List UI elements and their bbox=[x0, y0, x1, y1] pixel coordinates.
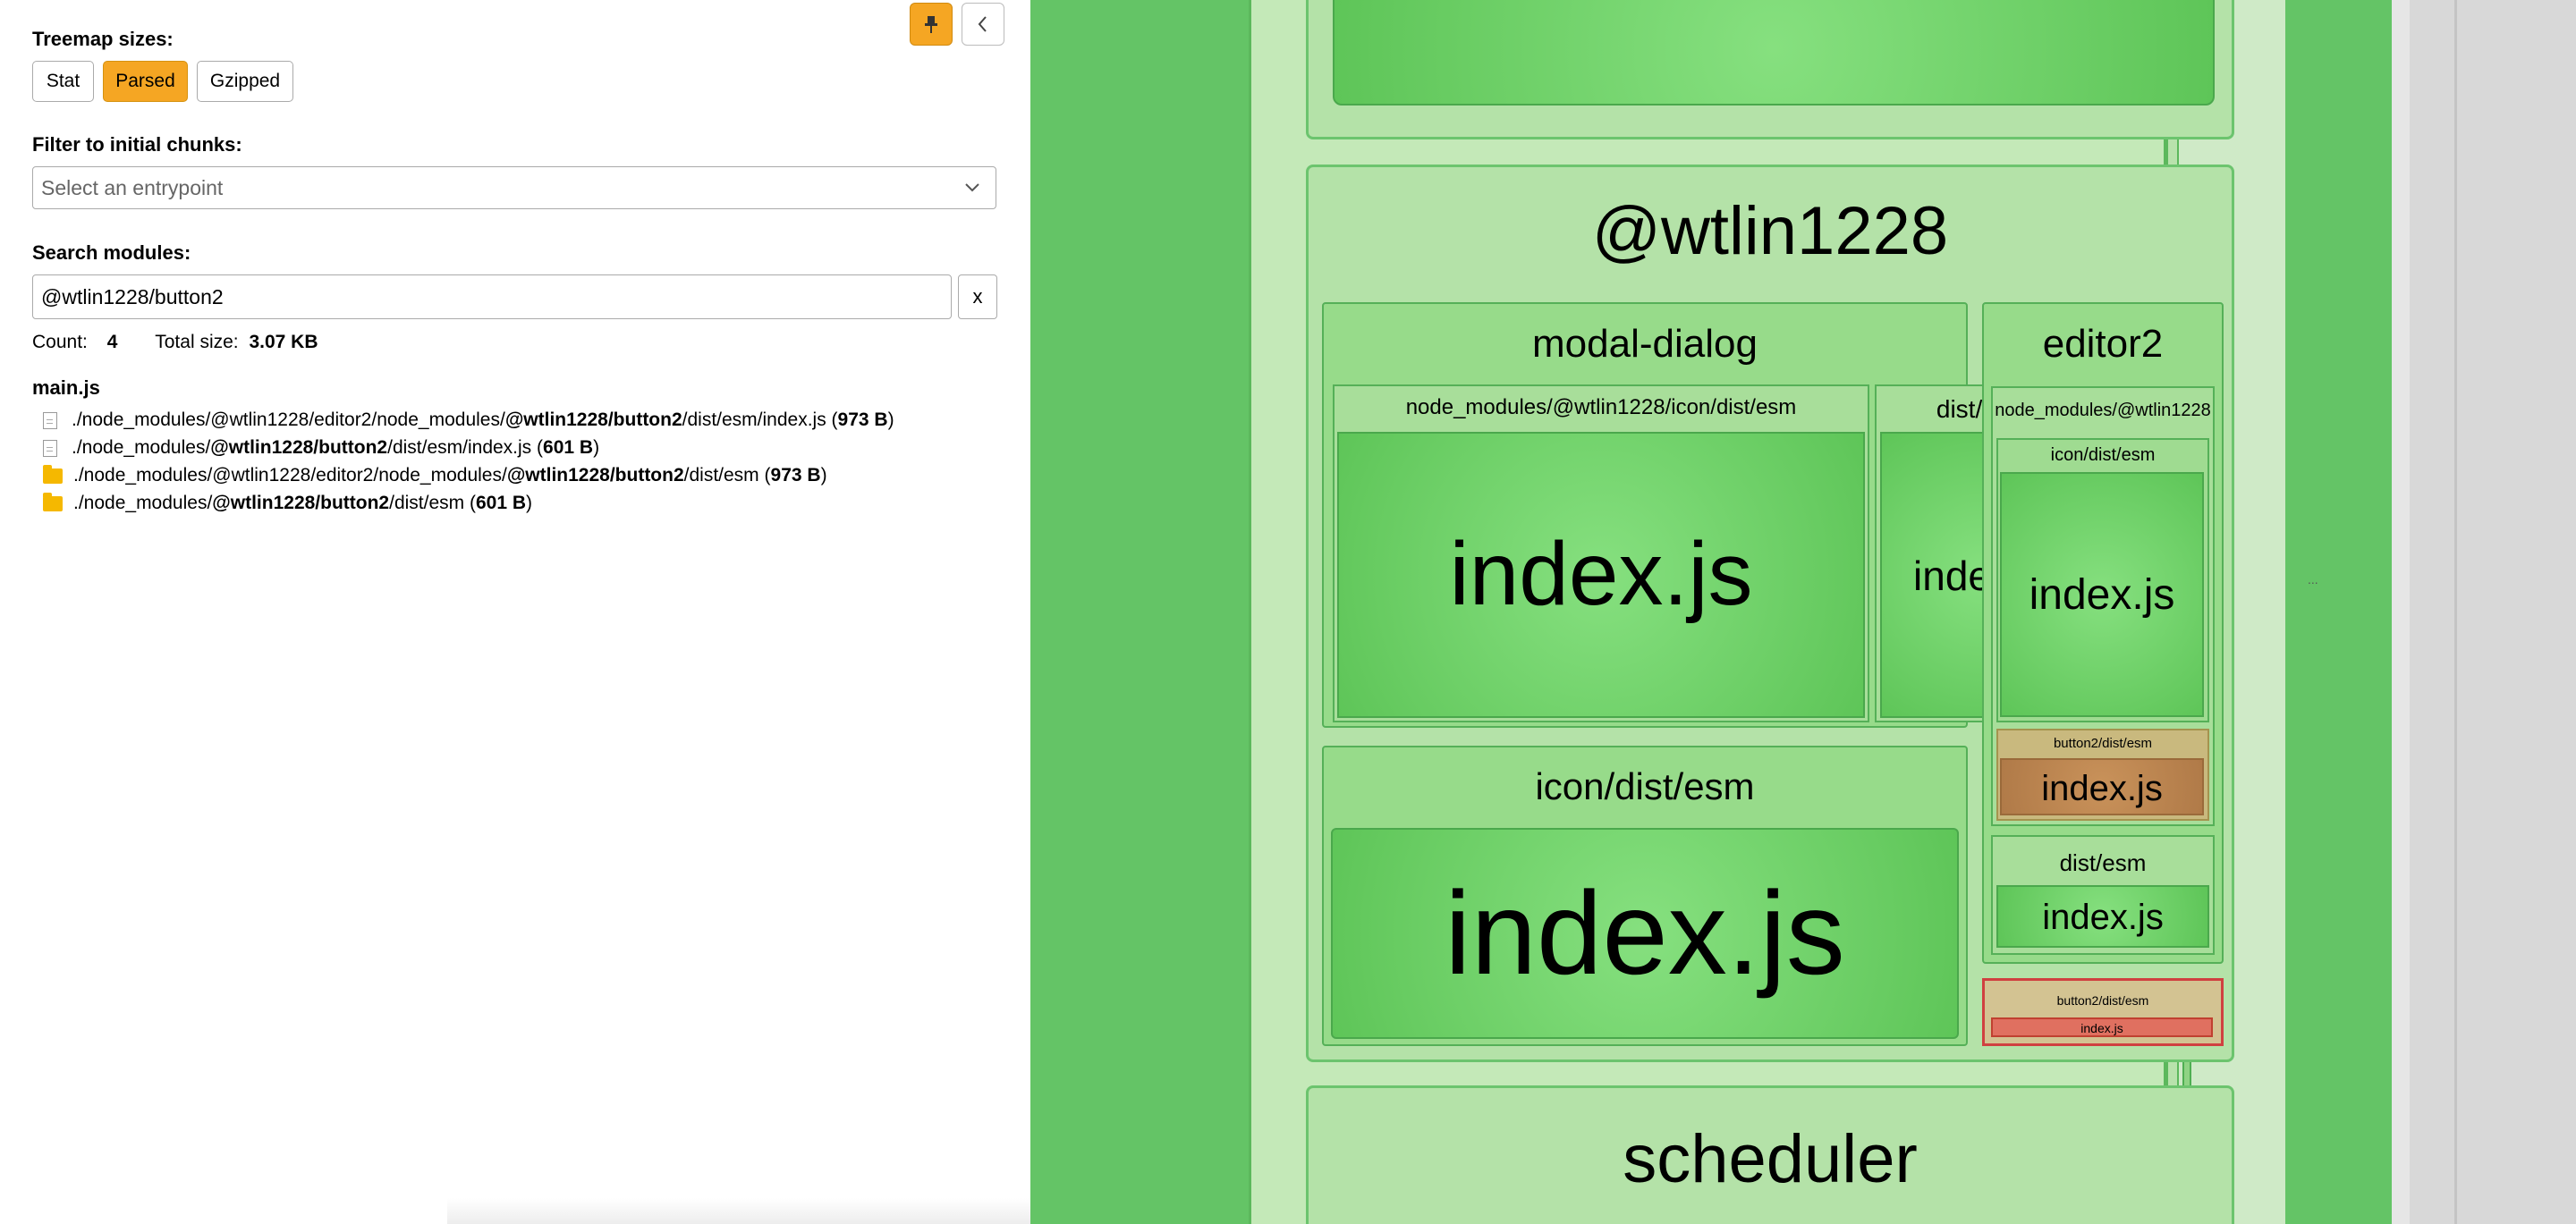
file-label: index.js bbox=[2041, 769, 2163, 808]
result-item[interactable]: ./node_modules/@wtlin1228/button2/dist/e… bbox=[43, 437, 599, 459]
treemap-file-tile-highlight[interactable]: index.js bbox=[2000, 758, 2204, 815]
size-button-stat[interactable]: Stat bbox=[32, 61, 94, 102]
group-title: editor2 bbox=[2042, 322, 2164, 366]
result-item[interactable]: ./node_modules/@wtlin1228/editor2/node_m… bbox=[43, 464, 827, 486]
total-label: Total size: bbox=[155, 332, 239, 352]
sidebar-bottom-fade bbox=[447, 1198, 1030, 1224]
sidebar: Treemap sizes: Stat Parsed Gzipped Filte… bbox=[0, 0, 1030, 1224]
treemap-group-scheduler[interactable]: scheduler bbox=[1306, 1085, 2234, 1224]
count-label: Count: bbox=[32, 332, 88, 352]
search-input[interactable]: @wtlin1228/button2 bbox=[32, 274, 952, 319]
treemap-file-tile[interactable]: index.js bbox=[1337, 432, 1865, 718]
treemap-gap bbox=[2392, 0, 2410, 1224]
chevron-left-icon bbox=[978, 16, 987, 32]
total-value: 3.07 KB bbox=[249, 332, 318, 352]
chevron-down-icon bbox=[963, 167, 981, 224]
file-icon bbox=[43, 411, 57, 429]
size-button-parsed[interactable]: Parsed bbox=[103, 61, 188, 102]
filter-label: Filter to initial chunks: bbox=[32, 133, 242, 156]
file-label: index.js bbox=[2029, 571, 2175, 619]
file-label: index.js bbox=[1445, 867, 1845, 999]
folder-icon bbox=[43, 492, 63, 511]
folder-icon bbox=[43, 464, 63, 484]
group-title: dist/esm bbox=[2059, 849, 2147, 876]
file-label: index.js bbox=[1449, 524, 1753, 624]
pin-button[interactable] bbox=[910, 3, 953, 46]
file-label: index.js bbox=[2042, 898, 2164, 937]
file-icon bbox=[43, 439, 57, 457]
entrypoint-placeholder: Select an entrypoint bbox=[41, 176, 224, 199]
treemap-file-tile[interactable]: index.js bbox=[2000, 472, 2204, 717]
result-item[interactable]: ./node_modules/@wtlin1228/editor2/node_m… bbox=[43, 409, 894, 431]
result-item[interactable]: ./node_modules/@wtlin1228/button2/dist/e… bbox=[43, 492, 532, 514]
treemap-file-tile[interactable]: index.js bbox=[1996, 885, 2209, 948]
group-title: icon/dist/esm bbox=[1535, 765, 1755, 807]
group-title: button2/dist/esm bbox=[2053, 736, 2153, 751]
clear-search-button[interactable]: x bbox=[958, 274, 997, 319]
count-value: 4 bbox=[106, 332, 118, 352]
search-label: Search modules: bbox=[32, 241, 191, 264]
treemap-sizes-label: Treemap sizes: bbox=[32, 28, 174, 50]
treemap-file-tile-match[interactable]: index.js bbox=[1991, 1017, 2213, 1037]
search-stats: Count: 4 Total size: 3.07 KB bbox=[32, 332, 318, 353]
treemap-module-tile[interactable] bbox=[1333, 0, 2215, 106]
group-title: scheduler bbox=[1623, 1121, 1918, 1197]
treemap-divider bbox=[2454, 0, 2457, 1224]
chunk-name: main.js bbox=[32, 376, 100, 399]
file-label: index.js bbox=[2080, 1021, 2123, 1035]
group-title: node_modules/@wtlin1228/icon/dist/esm bbox=[1405, 395, 1797, 419]
group-title: node_modules/@wtlin1228 bbox=[1995, 401, 2211, 420]
size-button-gzipped[interactable]: Gzipped bbox=[197, 61, 293, 102]
treemap[interactable]: ... @wtlin1228 modal-dialog node_modules… bbox=[1030, 0, 2576, 1224]
entrypoint-select[interactable]: Select an entrypoint bbox=[32, 166, 996, 209]
group-title: @wtlin1228 bbox=[1591, 193, 1949, 269]
group-title: icon/dist/esm bbox=[2050, 445, 2156, 465]
pin-icon bbox=[925, 16, 937, 33]
group-title: button2/dist/esm bbox=[2056, 993, 2149, 1008]
collapse-sidebar-button[interactable] bbox=[962, 3, 1004, 46]
treemap-scroll-area[interactable] bbox=[2454, 0, 2576, 1224]
group-title: modal-dialog bbox=[1532, 322, 1758, 366]
treemap-ellipsis: ... bbox=[2308, 572, 2318, 587]
treemap-file-tile[interactable]: index.js bbox=[1331, 828, 1959, 1039]
